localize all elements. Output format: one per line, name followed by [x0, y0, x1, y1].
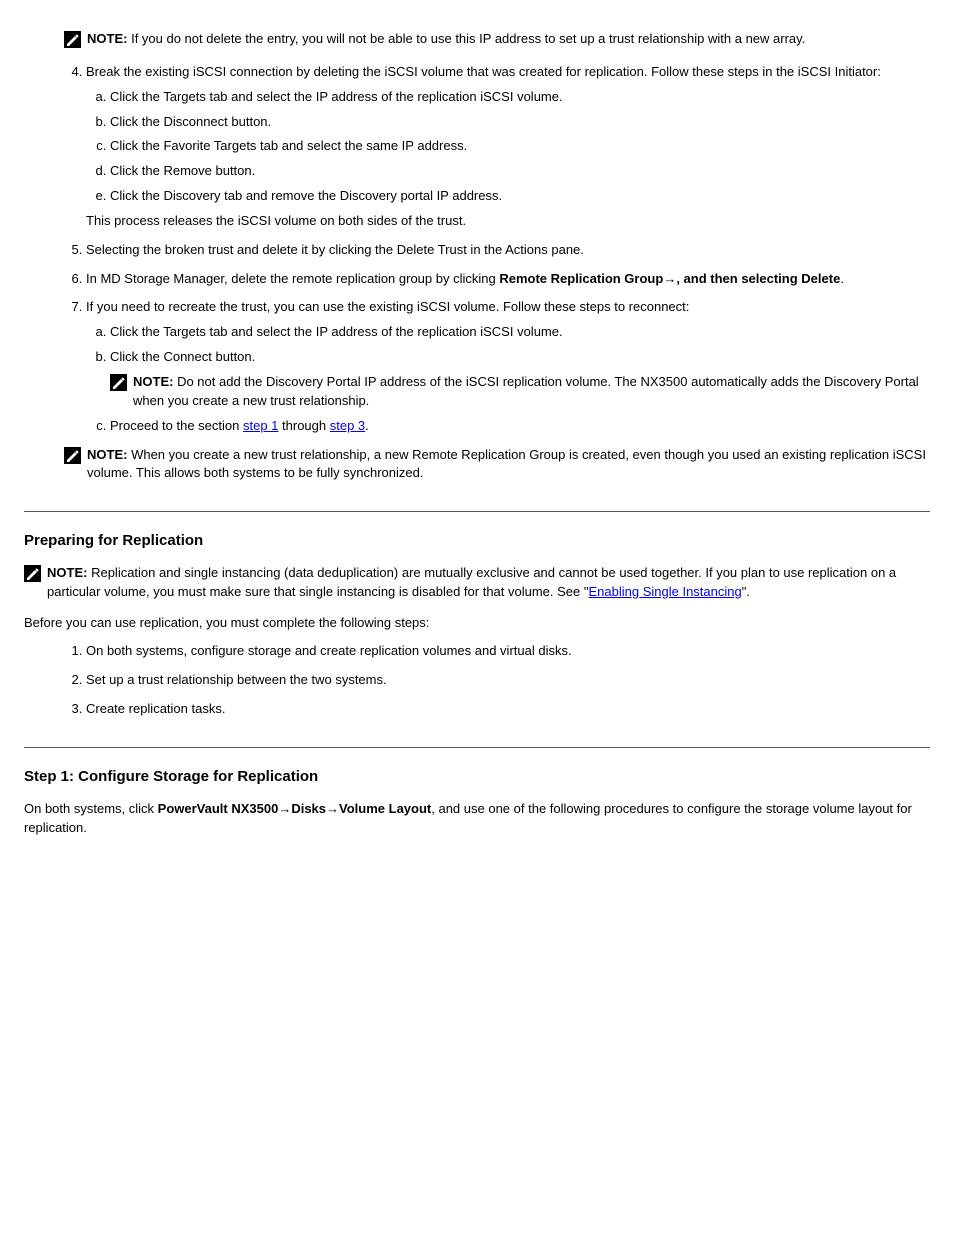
note-7b-text: NOTE: Do not add the Discovery Portal IP… — [133, 373, 930, 411]
step-4-text-b: This process releases the iSCSI volume o… — [86, 212, 930, 231]
step-4e: Click the Discovery tab and remove the D… — [110, 187, 930, 206]
step-4c: Click the Favorite Targets tab and selec… — [110, 137, 930, 156]
step-4a: Click the Targets tab and select the IP … — [110, 88, 930, 107]
step-7c-mid: through — [278, 418, 329, 433]
note-block-3: NOTE: Replication and single instancing … — [24, 564, 930, 602]
arrow-icon: → — [663, 271, 676, 286]
note-label: NOTE: — [133, 374, 173, 389]
note-text-3: NOTE: Replication and single instancing … — [47, 564, 930, 602]
step1-intro-b: PowerVault NX3500 — [158, 801, 279, 816]
step1-intro: On both systems, click PowerVault NX3500… — [24, 800, 930, 838]
note-body-b: ". — [742, 584, 750, 599]
prep-steps: On both systems, configure storage and c… — [64, 642, 930, 719]
step-6-e: . — [840, 271, 844, 286]
step-4: Break the existing iSCSI connection by d… — [86, 63, 930, 231]
prep-step-2: Set up a trust relationship between the … — [86, 671, 930, 690]
link-step3[interactable]: step 3 — [330, 418, 365, 433]
step-4-substeps: Click the Targets tab and select the IP … — [86, 88, 930, 206]
step-5: Selecting the broken trust and delete it… — [86, 241, 930, 260]
divider-2 — [24, 747, 930, 748]
note-text-1: NOTE: If you do not delete the entry, yo… — [87, 30, 930, 49]
step1-intro-d: Volume Layout — [339, 801, 431, 816]
step-6: In MD Storage Manager, delete the remote… — [86, 270, 930, 289]
prep-intro: Before you can use replication, you must… — [24, 614, 930, 633]
step-7b: Click the Connect button. NOTE: Do not a… — [110, 348, 930, 411]
heading-step1: Step 1: Configure Storage for Replicatio… — [24, 766, 930, 788]
arrow-icon: → — [326, 801, 339, 816]
note-body-a: Replication and single instancing (data … — [47, 565, 896, 599]
note-body: Do not add the Discovery Portal IP addre… — [133, 374, 919, 408]
divider-1 — [24, 511, 930, 512]
note-label: NOTE: — [47, 565, 87, 580]
note-block-2: NOTE: When you create a new trust relati… — [64, 446, 930, 484]
step1-intro-c: Disks — [291, 801, 326, 816]
note-text-2: NOTE: When you create a new trust relati… — [87, 446, 930, 484]
step1-intro-a: On both systems, click — [24, 801, 158, 816]
heading-preparing: Preparing for Replication — [24, 530, 930, 552]
step-7c-b: . — [365, 418, 369, 433]
prep-step-1: On both systems, configure storage and c… — [86, 642, 930, 661]
note-label: NOTE: — [87, 447, 127, 462]
note-icon — [110, 374, 127, 391]
note-body: When you create a new trust relationship… — [87, 447, 926, 481]
note-block-1: NOTE: If you do not delete the entry, yo… — [64, 30, 930, 49]
prep-step-3: Create replication tasks. — [86, 700, 930, 719]
steps-section-a: Break the existing iSCSI connection by d… — [64, 63, 930, 436]
arrow-icon: → — [278, 801, 291, 816]
step-4-text-a: Break the existing iSCSI connection by d… — [86, 64, 881, 79]
step-4d: Click the Remove button. — [110, 162, 930, 181]
note-icon — [64, 31, 81, 48]
step-6-d: Delete — [801, 271, 840, 286]
note-body: If you do not delete the entry, you will… — [131, 31, 805, 46]
note-icon — [64, 447, 81, 464]
note-block-7b: NOTE: Do not add the Discovery Portal IP… — [110, 373, 930, 411]
step-6-b: Remote Replication Group — [499, 271, 663, 286]
step-7a: Click the Targets tab and select the IP … — [110, 323, 930, 342]
step-7: If you need to recreate the trust, you c… — [86, 298, 930, 435]
link-step1[interactable]: step 1 — [243, 418, 278, 433]
step-7-substeps: Click the Targets tab and select the IP … — [86, 323, 930, 435]
prep-steps-wrap: On both systems, configure storage and c… — [64, 642, 930, 719]
step-7c-a: Proceed to the section — [110, 418, 243, 433]
steps-list: Break the existing iSCSI connection by d… — [64, 63, 930, 436]
step-7c: Proceed to the section step 1 through st… — [110, 417, 930, 436]
note-icon — [24, 565, 41, 582]
step-6-c: , and then selecting — [676, 271, 801, 286]
note-label: NOTE: — [87, 31, 127, 46]
step-6-a: In MD Storage Manager, delete the remote… — [86, 271, 499, 286]
step-4b: Click the Disconnect button. — [110, 113, 930, 132]
link-single-instancing[interactable]: Enabling Single Instancing — [589, 584, 742, 599]
